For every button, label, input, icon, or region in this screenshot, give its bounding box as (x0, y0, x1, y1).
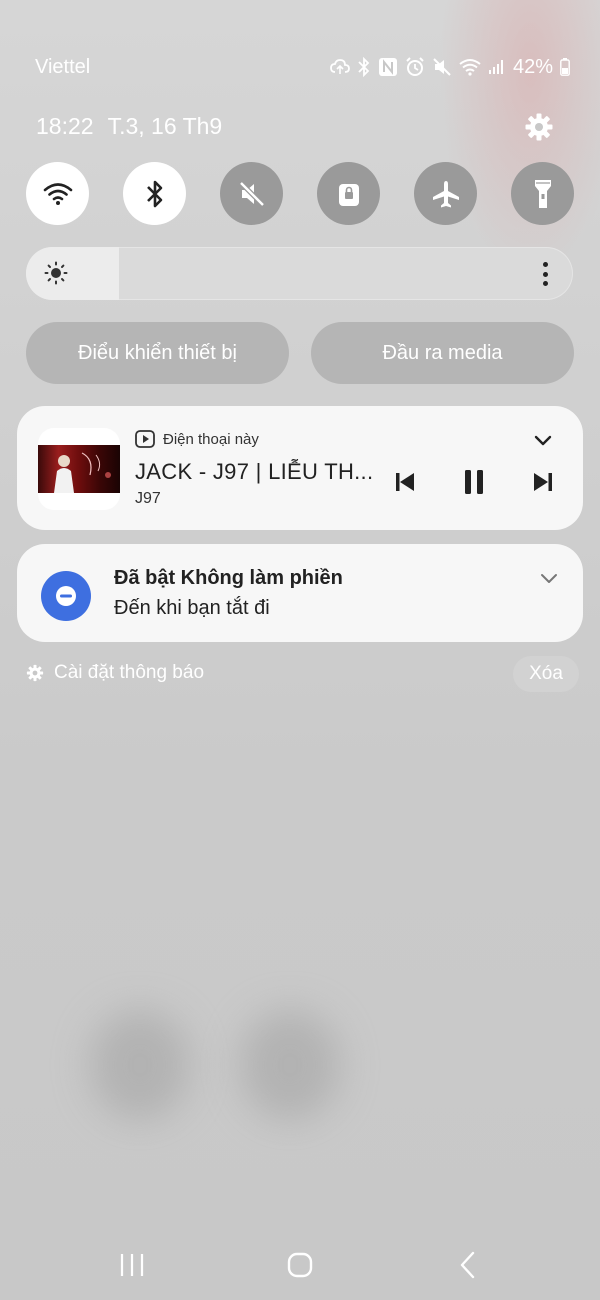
navigation-bar (0, 1240, 600, 1290)
wifi-tile[interactable] (26, 162, 89, 225)
brightness-more-options-button[interactable] (533, 260, 557, 288)
flashlight-icon (534, 179, 551, 208)
wifi-icon (459, 59, 481, 76)
gear-icon (26, 664, 44, 682)
battery-percent: 42% (512, 55, 553, 78)
notification-settings-label: Cài đặt thông báo (54, 662, 205, 683)
dot (542, 271, 548, 277)
notification-settings-link[interactable]: Cài đặt thông báo (26, 662, 204, 684)
airplane-icon (432, 180, 459, 207)
media-source: Điện thoại này (135, 430, 259, 448)
media-expand-button[interactable] (529, 428, 557, 452)
quick-settings-tiles (26, 162, 574, 226)
status-icons: 42% (330, 56, 570, 79)
mute-icon (238, 180, 265, 207)
recent-apps-button[interactable] (102, 1240, 162, 1290)
flashlight-tile[interactable] (511, 162, 574, 225)
brightness-icon (44, 261, 68, 285)
next-track-button[interactable] (527, 466, 559, 498)
alarm-icon (406, 57, 424, 76)
dot (542, 262, 548, 267)
sound-tile[interactable] (220, 162, 283, 225)
secure-folder-tile[interactable] (317, 162, 380, 225)
carrier-name: Viettel (35, 55, 91, 78)
blurred-background-shape (90, 1010, 190, 1120)
media-title: JACK - J97 | LIỄU TH... (135, 459, 374, 484)
dnd-icon-badge (41, 571, 91, 621)
airplane-mode-tile[interactable] (414, 162, 477, 225)
bluetooth-icon (146, 180, 162, 207)
home-button[interactable] (270, 1240, 330, 1290)
brightness-slider[interactable] (26, 247, 573, 300)
pause-icon (465, 470, 483, 494)
clear-notifications-button[interactable]: Xóa (513, 656, 579, 692)
dnd-subtitle: Đến khi bạn tắt đi (114, 597, 270, 619)
settings-button[interactable] (522, 110, 556, 144)
previous-track-button[interactable] (389, 466, 421, 498)
gear-icon (525, 113, 553, 141)
mute-icon (433, 58, 451, 76)
album-art-image (38, 445, 120, 493)
do-not-disturb-icon (56, 586, 76, 606)
recent-apps-icon (120, 1254, 144, 1276)
home-icon (287, 1252, 313, 1278)
cloud-sync-icon (330, 59, 350, 74)
device-control-button[interactable]: Điểu khiển thiết bị (26, 322, 289, 384)
dnd-notification-card[interactable]: Đã bật Không làm phiền Đến khi bạn tắt đ… (17, 544, 583, 642)
status-bar: Viettel 42% (35, 52, 570, 82)
dnd-title: Đã bật Không làm phiền (114, 567, 343, 589)
media-app-icon (135, 430, 155, 448)
battery-icon (560, 58, 570, 76)
skip-next-icon (534, 473, 552, 491)
blurred-background-shape (240, 1010, 340, 1120)
chevron-down-icon (541, 574, 557, 583)
nfc-icon (378, 58, 397, 76)
wifi-icon (43, 182, 72, 205)
clock-time: 18:22 (36, 113, 94, 139)
date-time: 18:22 T.3, 16 Th9 (36, 113, 222, 140)
signal-icon (488, 60, 503, 74)
media-player-card[interactable]: Điện thoại này JACK - J97 | LIỄU TH... J… (17, 406, 583, 530)
lock-icon (338, 183, 359, 206)
media-source-label: Điện thoại này (163, 430, 259, 448)
pause-button[interactable] (458, 466, 490, 498)
media-output-button[interactable]: Đầu ra media (311, 322, 574, 384)
album-art-figure (54, 452, 111, 493)
dnd-expand-button[interactable] (537, 566, 561, 590)
chevron-down-icon (534, 435, 552, 446)
brightness-level-fill[interactable] (26, 247, 119, 300)
bluetooth-icon (358, 57, 370, 77)
bluetooth-tile[interactable] (123, 162, 186, 225)
back-button[interactable] (438, 1240, 498, 1290)
album-art (38, 428, 120, 510)
back-icon (460, 1251, 475, 1279)
skip-previous-icon (396, 473, 414, 491)
clock-date: T.3, 16 Th9 (107, 113, 223, 139)
media-artist: J97 (135, 490, 161, 507)
dot (542, 281, 548, 286)
